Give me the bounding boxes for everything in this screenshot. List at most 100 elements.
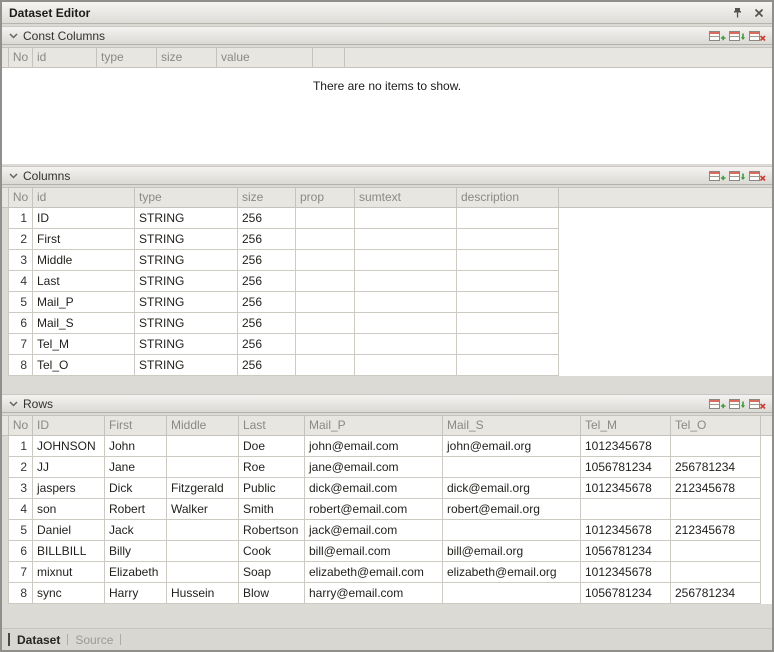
tab-source[interactable]: Source [75,633,113,647]
table-row[interactable]: 2JJJaneRoejane@email.com1056781234256781… [8,457,772,478]
insert-row-icon[interactable] [729,29,746,43]
data-cell[interactable]: John [105,436,167,457]
delete-row-icon[interactable] [749,169,766,183]
data-cell[interactable] [355,313,457,334]
data-cell[interactable]: elizabeth@email.com [305,562,443,583]
data-cell[interactable] [457,313,559,334]
data-cell[interactable] [296,229,355,250]
table-row[interactable]: 7mixnutElizabethSoapelizabeth@email.come… [8,562,772,583]
pin-icon[interactable] [729,5,745,21]
data-cell[interactable]: First [33,229,135,250]
tab-dataset[interactable]: Dataset [17,633,60,647]
data-cell[interactable]: dick@email.com [305,478,443,499]
data-cell[interactable]: Middle [33,250,135,271]
data-cell[interactable]: Tel_O [33,355,135,376]
data-cell[interactable]: JOHNSON [33,436,105,457]
data-cell[interactable]: STRING [135,250,238,271]
row-number-cell[interactable]: 6 [8,541,33,562]
chevron-down-icon[interactable] [6,169,20,183]
table-row[interactable]: 8syncHarryHusseinBlowharry@email.com1056… [8,583,772,604]
row-number-cell[interactable]: 7 [8,562,33,583]
data-cell[interactable]: john@email.org [443,436,581,457]
data-cell[interactable]: harry@email.com [305,583,443,604]
data-cell[interactable] [355,334,457,355]
column-header-no[interactable]: No [8,48,33,67]
data-cell[interactable] [296,334,355,355]
data-cell[interactable] [355,271,457,292]
data-cell[interactable]: Jack [105,520,167,541]
row-number-cell[interactable]: 4 [8,499,33,520]
data-cell[interactable]: jane@email.com [305,457,443,478]
data-cell[interactable]: 256 [238,355,296,376]
data-cell[interactable]: son [33,499,105,520]
chevron-down-icon[interactable] [6,397,20,411]
column-header-tel_o[interactable]: Tel_O [671,416,761,435]
data-cell[interactable]: Fitzgerald [167,478,239,499]
data-cell[interactable] [167,562,239,583]
row-number-cell[interactable]: 3 [8,478,33,499]
row-number-cell[interactable]: 4 [8,271,33,292]
data-cell[interactable]: 256 [238,229,296,250]
data-cell[interactable]: Doe [239,436,305,457]
data-cell[interactable]: STRING [135,334,238,355]
data-cell[interactable]: Last [33,271,135,292]
table-row[interactable]: 4sonRobertWalkerSmithrobert@email.comrob… [8,499,772,520]
data-cell[interactable] [457,292,559,313]
data-cell[interactable] [581,499,671,520]
data-cell[interactable] [296,355,355,376]
data-cell[interactable]: elizabeth@email.org [443,562,581,583]
data-cell[interactable]: 256 [238,271,296,292]
data-cell[interactable]: bill@email.com [305,541,443,562]
data-cell[interactable]: Soap [239,562,305,583]
data-cell[interactable]: 256 [238,334,296,355]
delete-row-icon[interactable] [749,397,766,411]
data-cell[interactable]: Jane [105,457,167,478]
title-bar[interactable]: Dataset Editor [2,2,772,24]
column-header-tel_m[interactable]: Tel_M [581,416,671,435]
data-cell[interactable]: sync [33,583,105,604]
section-header-rows[interactable]: Rows [2,394,772,413]
data-cell[interactable]: STRING [135,355,238,376]
column-header-no[interactable]: No [8,416,33,435]
data-cell[interactable]: STRING [135,292,238,313]
column-header-last[interactable]: Last [239,416,305,435]
column-header-first[interactable]: First [105,416,167,435]
data-cell[interactable] [167,541,239,562]
data-cell[interactable]: JJ [33,457,105,478]
data-cell[interactable] [457,271,559,292]
column-header-id[interactable]: id [33,48,97,67]
data-cell[interactable]: robert@email.com [305,499,443,520]
table-row[interactable]: 4LastSTRING256 [8,271,772,292]
insert-row-icon[interactable] [729,169,746,183]
data-cell[interactable] [296,271,355,292]
data-cell[interactable]: 1012345678 [581,436,671,457]
data-cell[interactable]: Roe [239,457,305,478]
data-cell[interactable] [355,250,457,271]
table-row[interactable]: 6Mail_SSTRING256 [8,313,772,334]
data-cell[interactable] [457,250,559,271]
data-cell[interactable]: bill@email.org [443,541,581,562]
data-cell[interactable]: Walker [167,499,239,520]
table-row[interactable]: 5DanielJackRobertsonjack@email.com101234… [8,520,772,541]
data-cell[interactable] [457,334,559,355]
table-row[interactable]: 7Tel_MSTRING256 [8,334,772,355]
data-cell[interactable]: Elizabeth [105,562,167,583]
column-header-no[interactable]: No [8,188,33,207]
column-header-mail_s[interactable]: Mail_S [443,416,581,435]
add-row-icon[interactable] [709,29,726,43]
data-cell[interactable] [167,457,239,478]
column-header-value[interactable]: value [217,48,313,67]
column-header-size[interactable]: size [157,48,217,67]
row-number-cell[interactable]: 6 [8,313,33,334]
column-header-sumtext[interactable]: sumtext [355,188,457,207]
data-cell[interactable]: jack@email.com [305,520,443,541]
data-cell[interactable] [671,499,761,520]
data-cell[interactable] [443,583,581,604]
add-row-icon[interactable] [709,169,726,183]
data-cell[interactable]: 1012345678 [581,562,671,583]
data-cell[interactable]: Smith [239,499,305,520]
chevron-down-icon[interactable] [6,29,20,43]
data-cell[interactable] [167,520,239,541]
data-cell[interactable]: STRING [135,229,238,250]
data-cell[interactable]: robert@email.org [443,499,581,520]
